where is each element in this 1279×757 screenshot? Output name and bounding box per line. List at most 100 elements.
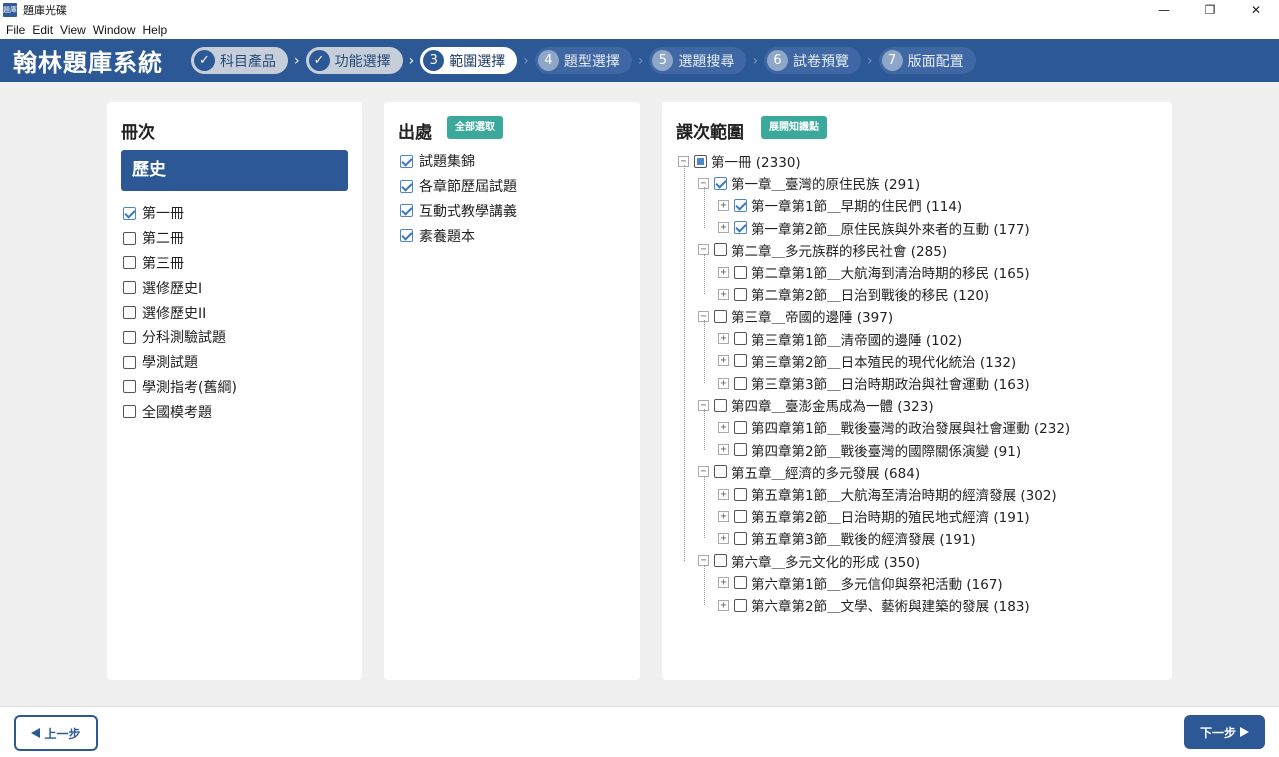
checkbox[interactable] xyxy=(123,281,136,295)
expand-icon[interactable]: + xyxy=(718,510,729,522)
volumes-item[interactable]: 學測試題 xyxy=(123,350,237,375)
volumes-item[interactable]: 第三冊 xyxy=(123,251,237,276)
tree-node[interactable]: + 第三章第3節＿日治時期政治與社會運動 (163) xyxy=(718,372,1030,394)
expand-icon[interactable]: + xyxy=(718,355,729,367)
checkbox[interactable] xyxy=(714,554,727,568)
volumes-item[interactable]: 選修歷史I xyxy=(123,275,237,300)
tree-node[interactable]: + 第五章第1節＿大航海至清治時期的經濟發展 (302) xyxy=(718,483,1057,505)
checkbox[interactable] xyxy=(734,598,747,612)
volumes-item[interactable]: 學測指考(舊綱) xyxy=(123,375,237,400)
checkbox[interactable] xyxy=(734,531,747,545)
checkbox[interactable] xyxy=(734,221,747,235)
checkbox[interactable] xyxy=(400,154,413,168)
maximize-icon[interactable]: ❐ xyxy=(1187,0,1233,20)
checkbox[interactable] xyxy=(714,398,727,412)
checkbox[interactable] xyxy=(714,176,727,190)
tree-node[interactable]: − 第三章＿帝國的邊陲 (397) xyxy=(698,305,893,327)
expand-icon[interactable]: + xyxy=(718,266,729,278)
menu-window[interactable]: Window xyxy=(93,23,136,37)
checkbox[interactable] xyxy=(123,380,136,394)
checkbox[interactable] xyxy=(123,231,136,245)
checkbox[interactable] xyxy=(734,443,747,457)
tree-node[interactable]: + 第三章第1節＿清帝國的邊陲 (102) xyxy=(718,328,962,350)
prev-step-button[interactable]: 上一步 xyxy=(14,715,98,751)
tree-node[interactable]: + 第一章第2節＿原住民族與外來者的互動 (177) xyxy=(718,217,1030,239)
expand-icon[interactable]: + xyxy=(718,577,729,589)
tree-node[interactable]: + 第五章第2節＿日治時期的殖民地式經濟 (191) xyxy=(718,505,1030,527)
checkbox[interactable] xyxy=(734,287,747,301)
checkbox[interactable] xyxy=(400,229,413,243)
tree-node[interactable]: + 第五章第3節＿戰後的經濟發展 (191) xyxy=(718,527,976,549)
checkbox[interactable] xyxy=(714,309,727,323)
checkbox[interactable] xyxy=(123,355,136,369)
checkbox[interactable] xyxy=(734,198,747,212)
tree-node[interactable]: + 第四章第1節＿戰後臺灣的政治發展與社會運動 (232) xyxy=(718,416,1070,438)
tree-node[interactable]: + 第二章第1節＿大航海到清治時期的移民 (165) xyxy=(718,261,1030,283)
tree-node[interactable]: − 第一章＿臺灣的原住民族 (291) xyxy=(698,172,920,194)
volumes-item[interactable]: 第二冊 xyxy=(123,226,237,251)
tree-node[interactable]: + 第三章第2節＿日本殖民的現代化統治 (132) xyxy=(718,350,1016,372)
tree-node[interactable]: − 第四章＿臺澎金馬成為一體 (323) xyxy=(698,394,934,416)
checkbox[interactable] xyxy=(694,154,707,168)
checkbox[interactable] xyxy=(734,509,747,523)
expand-icon[interactable]: + xyxy=(718,421,729,433)
wizard-step-5[interactable]: 5 選題搜尋 xyxy=(649,47,747,74)
checkbox[interactable] xyxy=(123,206,136,220)
expand-icon[interactable]: + xyxy=(718,222,729,234)
volumes-item[interactable]: 分科測驗試題 xyxy=(123,325,237,350)
select-all-button[interactable]: 全部選取 xyxy=(447,116,503,139)
tree-node[interactable]: + 第六章第2節＿文學、藝術與建築的發展 (183) xyxy=(718,594,1030,616)
expand-icon[interactable]: + xyxy=(718,333,729,345)
menu-file[interactable]: File xyxy=(6,23,25,37)
menu-help[interactable]: Help xyxy=(143,23,168,37)
checkbox[interactable] xyxy=(123,306,136,320)
expand-icon[interactable]: + xyxy=(718,532,729,544)
checkbox[interactable] xyxy=(734,487,747,501)
checkbox[interactable] xyxy=(734,576,747,590)
expand-icon[interactable]: + xyxy=(718,288,729,300)
volumes-item[interactable]: 第一冊 xyxy=(123,201,237,226)
wizard-step-4[interactable]: 4 題型選擇 xyxy=(534,47,632,74)
sources-item[interactable]: 試題集錦 xyxy=(400,149,517,174)
sources-item[interactable]: 各章節歷屆試題 xyxy=(400,174,517,199)
volumes-item[interactable]: 全國模考題 xyxy=(123,399,237,424)
wizard-step-2[interactable]: ✓ 功能選擇 xyxy=(305,47,403,74)
wizard-step-7[interactable]: 7 版面配置 xyxy=(878,47,976,74)
sources-item[interactable]: 互動式教學講義 xyxy=(400,199,517,224)
expand-icon[interactable]: + xyxy=(718,199,729,211)
minimize-icon[interactable]: — xyxy=(1141,0,1187,20)
tree-node[interactable]: + 第一章第1節＿早期的住民們 (114) xyxy=(718,194,962,216)
checkbox[interactable] xyxy=(123,256,136,270)
tree-node[interactable]: − 第五章＿經濟的多元發展 (684) xyxy=(698,461,920,483)
checkbox[interactable] xyxy=(734,420,747,434)
close-icon[interactable]: ✕ xyxy=(1233,0,1279,20)
wizard-step-1[interactable]: ✓ 科目產品 xyxy=(191,47,288,74)
wizard-step-6[interactable]: 6 試卷預覽 xyxy=(764,47,862,74)
subject-selected[interactable]: 歷史 xyxy=(121,150,348,191)
expand-icon[interactable]: + xyxy=(718,599,729,611)
wizard-step-3[interactable]: 3 範圍選擇 xyxy=(420,47,518,74)
checkbox[interactable] xyxy=(400,204,413,218)
checkbox[interactable] xyxy=(123,330,136,344)
tree-node[interactable]: − 第一冊 (2330) xyxy=(678,150,801,172)
checkbox[interactable] xyxy=(123,405,136,419)
menu-edit[interactable]: Edit xyxy=(32,23,53,37)
checkbox[interactable] xyxy=(734,265,747,279)
expand-knowledge-button[interactable]: 展開知識點 xyxy=(761,116,827,139)
checkbox[interactable] xyxy=(734,376,747,390)
checkbox[interactable] xyxy=(734,332,747,346)
expand-icon[interactable]: + xyxy=(718,377,729,389)
tree-node[interactable]: − 第二章＿多元族群的移民社會 (285) xyxy=(698,239,947,261)
tree-node[interactable]: + 第四章第2節＿戰後臺灣的國際關係演變 (91) xyxy=(718,439,1021,461)
expand-icon[interactable]: + xyxy=(718,488,729,500)
tree-node[interactable]: − 第六章＿多元文化的形成 (350) xyxy=(698,550,920,572)
tree-node[interactable]: + 第六章第1節＿多元信仰與祭祀活動 (167) xyxy=(718,572,1003,594)
volumes-item[interactable]: 選修歷史II xyxy=(123,300,237,325)
next-step-button[interactable]: 下一步 xyxy=(1184,715,1265,749)
tree-node[interactable]: + 第二章第2節＿日治到戰後的移民 (120) xyxy=(718,283,989,305)
checkbox[interactable] xyxy=(734,354,747,368)
sources-item[interactable]: 素養題本 xyxy=(400,223,517,248)
checkbox[interactable] xyxy=(714,465,727,479)
expand-icon[interactable]: + xyxy=(718,444,729,456)
menu-view[interactable]: View xyxy=(60,23,86,37)
